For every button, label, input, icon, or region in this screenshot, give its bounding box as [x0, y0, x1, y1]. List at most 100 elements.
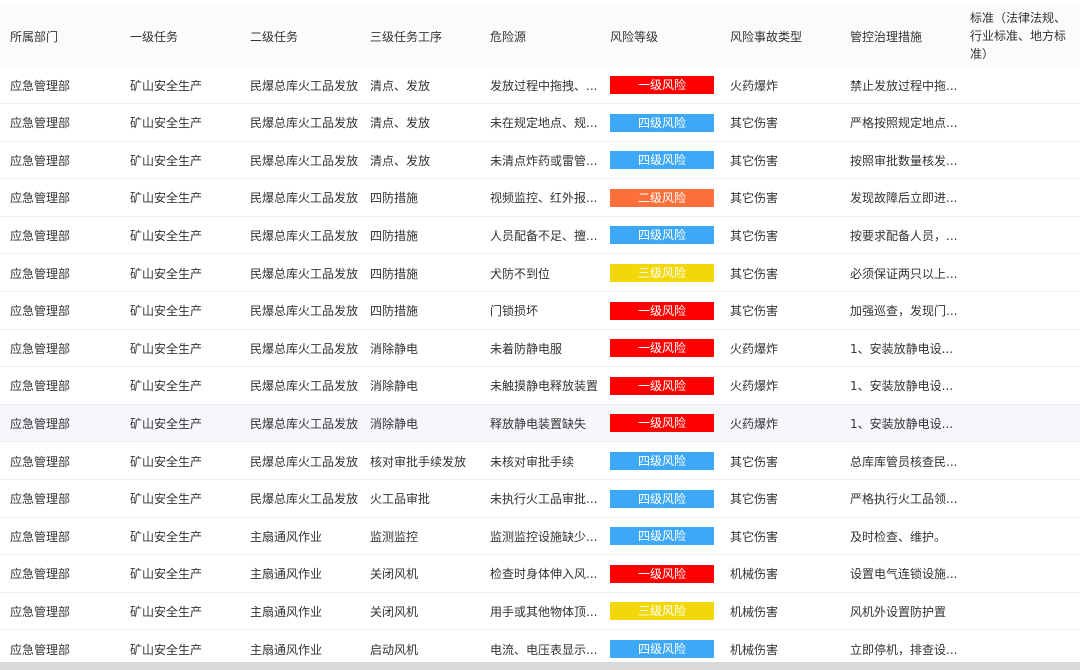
cell-task1: 矿山安全生产 [120, 481, 240, 517]
header-task1[interactable]: 一级任务 [120, 5, 240, 67]
header-dept[interactable]: 所属部门 [0, 5, 120, 67]
cell-accident: 其它伤害 [720, 142, 840, 178]
table-row[interactable]: 应急管理部 矿山安全生产 民爆总库火工品发放 四防措施 犬防不到位 三级风险 其它伤害 必须保… [0, 255, 1080, 292]
cell-dept: 应急管理部 [0, 405, 120, 441]
cell-accident: 火药爆炸 [720, 368, 840, 404]
task1-text: 矿山安全生产 [130, 191, 203, 206]
cell-task3: 四防措施 [360, 255, 480, 291]
cell-accident: 火药爆炸 [720, 67, 840, 103]
cell-measure: 按要求配备人员，... [840, 217, 960, 253]
header-risk[interactable]: 风险等级 [600, 5, 720, 67]
table-row[interactable]: 应急管理部 矿山安全生产 民爆总库火工品发放 消除静电 未触摸静电释放装置 一级风险 火药爆… [0, 367, 1080, 405]
task2-text: 民爆总库火工品发放 [250, 266, 359, 281]
table-row[interactable]: 应急管理部 矿山安全生产 民爆总库火工品发放 四防措施 视频监控、红外报... 二级风险 其… [0, 179, 1080, 217]
accident-text: 其它伤害 [730, 304, 779, 319]
cell-dept: 应急管理部 [0, 518, 120, 554]
dept-text: 应急管理部 [10, 492, 71, 507]
table-row[interactable]: 应急管理部 矿山安全生产 民爆总库火工品发放 清点、发放 未清点炸药或雷管... 四级风险… [0, 142, 1080, 180]
cell-accident: 其它伤害 [720, 217, 840, 253]
cell-task2: 民爆总库火工品发放 [240, 330, 360, 366]
task1-text: 矿山安全生产 [130, 529, 203, 544]
cell-task3: 消除静电 [360, 330, 480, 366]
measure-text: 按照审批数量核发... [850, 153, 958, 168]
task3-text: 清点、发放 [370, 153, 431, 168]
task3-text: 监测监控 [370, 529, 419, 544]
risk-badge: 一级风险 [610, 76, 714, 94]
cell-standard [960, 180, 1080, 216]
cell-task1: 矿山安全生产 [120, 405, 240, 441]
table-row[interactable]: 应急管理部 矿山安全生产 主扇通风作业 监测监控 监测监控设施缺少... 四级风险 其它伤害… [0, 518, 1080, 556]
cell-accident: 其它伤害 [720, 293, 840, 329]
cell-task2: 民爆总库火工品发放 [240, 105, 360, 141]
header-measure[interactable]: 管控治理措施 [840, 5, 960, 67]
header-standard[interactable]: 标准（法律法规、行业标准、地方标准） [960, 5, 1080, 67]
horizontal-scrollbar[interactable] [0, 662, 1080, 670]
accident-text: 其它伤害 [730, 191, 779, 206]
cell-measure: 加强巡查，发现门... [840, 293, 960, 329]
cell-measure: 及时检查、维护。 [840, 518, 960, 554]
cell-measure: 1、安装放静电设... [840, 405, 960, 441]
cell-task2: 民爆总库火工品发放 [240, 368, 360, 404]
task2-text: 主扇通风作业 [250, 604, 323, 619]
cell-hazard: 视频监控、红外报... [480, 180, 600, 216]
task1-text: 矿山安全生产 [130, 116, 203, 131]
cell-task1: 矿山安全生产 [120, 593, 240, 629]
hazard-text: 未在规定地点、规... [490, 116, 598, 131]
cell-task3: 四防措施 [360, 293, 480, 329]
task3-text: 四防措施 [370, 228, 419, 243]
risk-badge: 四级风险 [610, 527, 714, 546]
table-row[interactable]: 应急管理部 矿山安全生产 民爆总库火工品发放 清点、发放 未在规定地点、规... 四级风险… [0, 104, 1080, 142]
cell-hazard: 人员配备不足、擅... [480, 217, 600, 253]
cell-task3: 四防措施 [360, 180, 480, 216]
header-task2[interactable]: 二级任务 [240, 5, 360, 67]
cell-accident: 其它伤害 [720, 481, 840, 517]
cell-accident: 其它伤害 [720, 518, 840, 554]
measure-text: 及时检查、维护。 [850, 529, 947, 544]
cell-hazard: 未在规定地点、规... [480, 105, 600, 141]
table-row[interactable]: 应急管理部 矿山安全生产 民爆总库火工品发放 四防措施 人员配备不足、擅... 四级风险 其… [0, 217, 1080, 255]
hazard-text: 未触摸静电释放装置 [490, 379, 599, 394]
task1-text: 矿山安全生产 [130, 341, 203, 356]
dept-text: 应急管理部 [10, 266, 71, 281]
table-row[interactable]: 应急管理部 矿山安全生产 主扇通风作业 关闭风机 检查时身体伸入风... 一级风险 机械伤害… [0, 555, 1080, 593]
table-row[interactable]: 应急管理部 矿山安全生产 民爆总库火工品发放 火工品审批 未执行火工品审批... 四级风险… [0, 480, 1080, 518]
table-row[interactable]: 应急管理部 矿山安全生产 民爆总库火工品发放 核对审批手续发放 未核对审批手续 四级风险 其… [0, 443, 1080, 480]
header-hazard[interactable]: 危险源 [480, 5, 600, 67]
measure-text: 必须保证两只以上... [850, 266, 958, 281]
task2-text: 民爆总库火工品发放 [250, 191, 359, 206]
table-row[interactable]: 应急管理部 矿山安全生产 民爆总库火工品发放 四防措施 门锁损坏 一级风险 其它伤害 加强巡查… [0, 292, 1080, 330]
cell-standard [960, 105, 1080, 141]
cell-risk: 一级风险 [600, 556, 720, 592]
cell-task2: 民爆总库火工品发放 [240, 67, 360, 103]
header-accident[interactable]: 风险事故类型 [720, 5, 840, 67]
risk-badge: 三级风险 [610, 602, 714, 621]
table-row[interactable]: 应急管理部 矿山安全生产 民爆总库火工品发放 消除静电 释放静电装置缺失 一级风险 火药爆炸… [0, 405, 1080, 443]
cell-measure: 必须保证两只以上... [840, 255, 960, 291]
cell-hazard: 犬防不到位 [480, 255, 600, 291]
measure-text: 1、安装放静电设... [850, 379, 954, 394]
cell-task2: 民爆总库火工品发放 [240, 217, 360, 253]
cell-hazard: 未清点炸药或雷管... [480, 142, 600, 178]
cell-standard [960, 368, 1080, 404]
cell-measure: 严格按照规定地点... [840, 105, 960, 141]
cell-dept: 应急管理部 [0, 593, 120, 629]
task3-text: 关闭风机 [370, 604, 419, 619]
cell-hazard: 监测监控设施缺少... [480, 518, 600, 554]
measure-text: 发现故障后立即进... [850, 191, 958, 206]
cell-risk: 四级风险 [600, 443, 720, 479]
cell-risk: 一级风险 [600, 405, 720, 441]
task2-text: 民爆总库火工品发放 [250, 304, 359, 319]
hazard-text: 检查时身体伸入风... [490, 567, 598, 582]
cell-task3: 四防措施 [360, 217, 480, 253]
header-task3[interactable]: 三级任务工序 [360, 5, 480, 67]
cell-task2: 民爆总库火工品发放 [240, 180, 360, 216]
cell-task2: 民爆总库火工品发放 [240, 293, 360, 329]
task2-text: 民爆总库火工品发放 [250, 228, 359, 243]
cell-task3: 核对审批手续发放 [360, 443, 480, 479]
task1-text: 矿山安全生产 [130, 153, 203, 168]
table-row[interactable]: 应急管理部 矿山安全生产 主扇通风作业 关闭风机 用手或其他物体顶... 三级风险 机械伤害… [0, 593, 1080, 631]
table-row[interactable]: 应急管理部 矿山安全生产 民爆总库火工品发放 消除静电 未着防静电服 一级风险 火药爆炸 1、… [0, 330, 1080, 368]
task3-text: 消除静电 [370, 416, 419, 431]
table-row[interactable]: 应急管理部 矿山安全生产 民爆总库火工品发放 清点、发放 发放过程中拖拽、... 一级风险… [0, 67, 1080, 104]
task3-text: 关闭风机 [370, 567, 419, 582]
